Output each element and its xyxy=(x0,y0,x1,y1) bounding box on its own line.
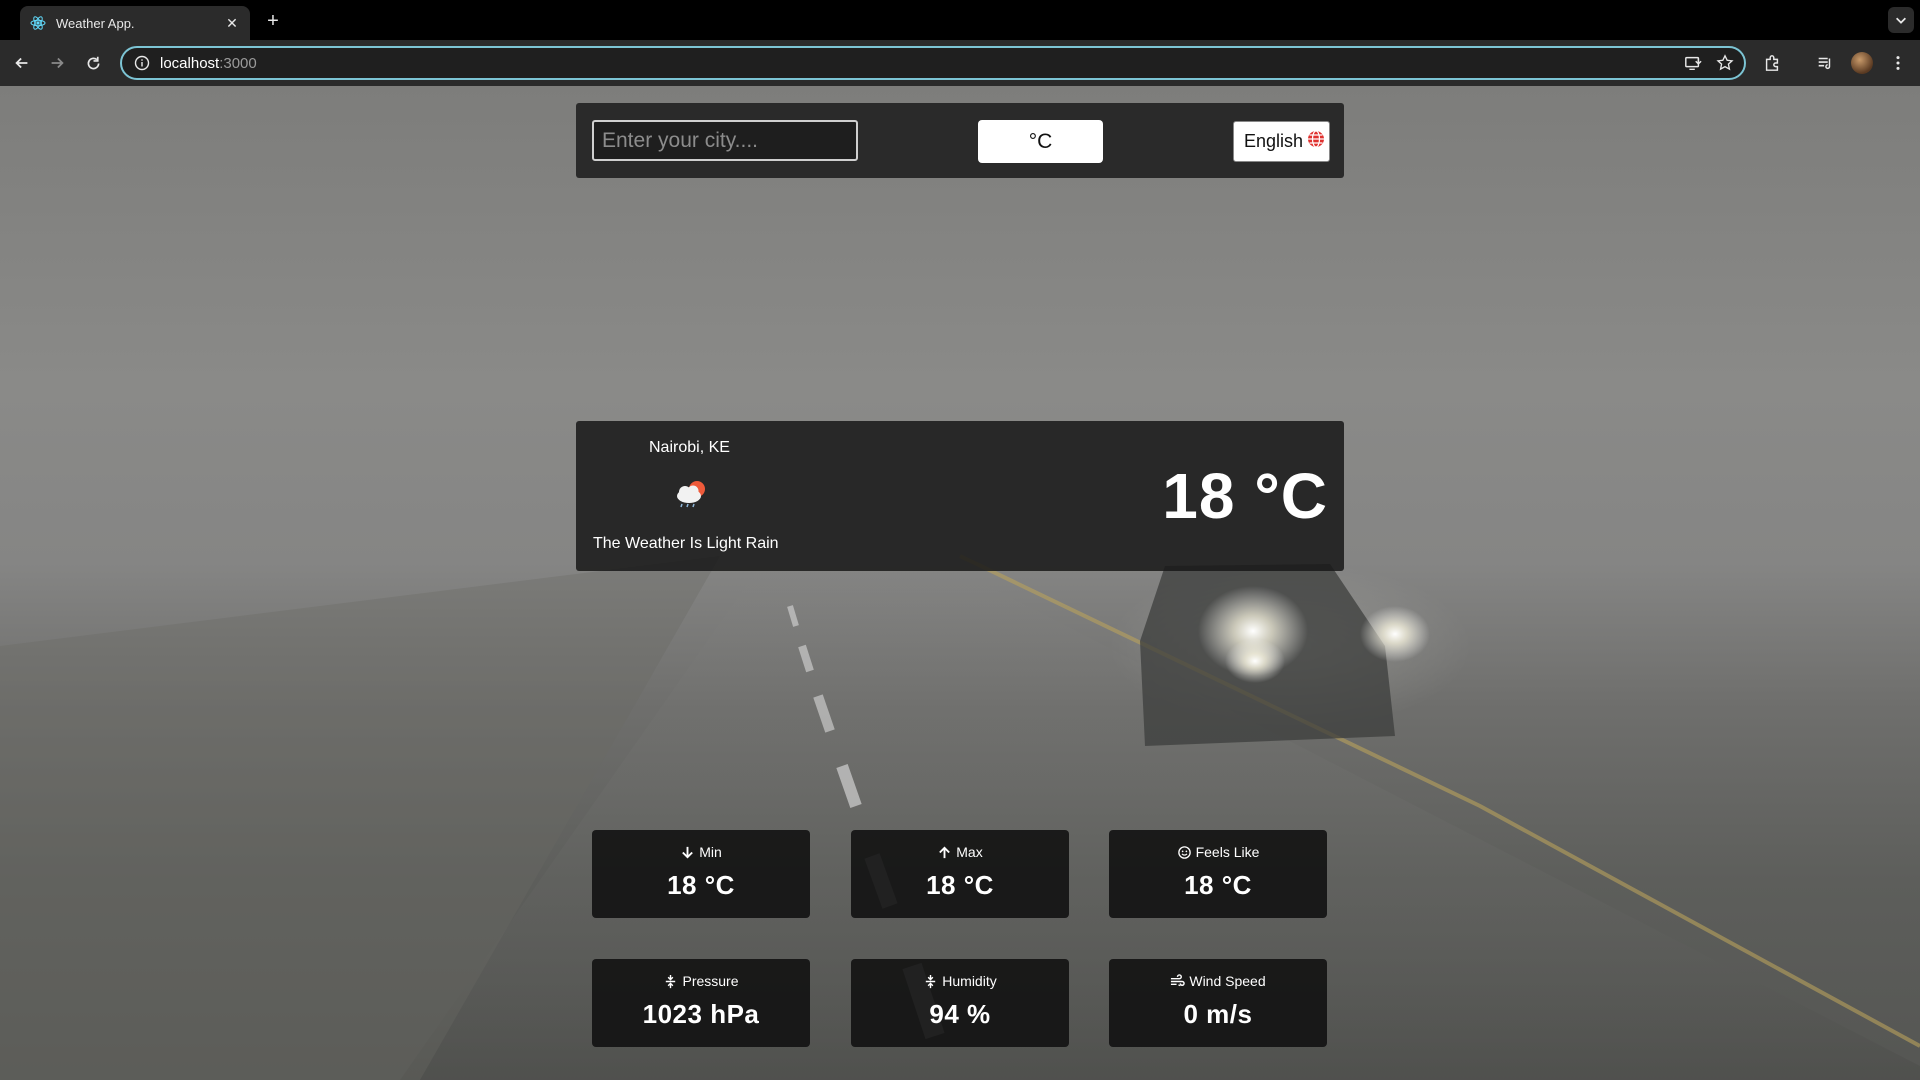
arrow-up-icon xyxy=(939,845,951,858)
url-text: localhost:3000 xyxy=(160,55,257,72)
cloud-sun-rain-icon xyxy=(672,477,710,509)
current-weather-card: Nairobi, KE The Weather Is Light Rain 18… xyxy=(576,421,1344,571)
stat-label-row: Min xyxy=(680,844,722,860)
stat-label: Wind Speed xyxy=(1189,973,1266,989)
browser-tab[interactable]: Weather App. ✕ xyxy=(20,6,250,40)
stat-card-max: Max 18 °C xyxy=(851,830,1069,918)
stat-label-row: Wind Speed xyxy=(1170,973,1266,989)
stat-label: Humidity xyxy=(942,973,997,989)
new-tab-icon[interactable]: + xyxy=(262,10,284,32)
stat-label-row: Humidity xyxy=(923,973,997,989)
profile-avatar[interactable] xyxy=(1850,51,1874,75)
weather-description: The Weather Is Light Rain xyxy=(593,535,779,552)
react-favicon-icon xyxy=(30,15,46,31)
avatar xyxy=(1851,52,1873,74)
stat-value: 94 % xyxy=(929,999,991,1029)
forward-icon[interactable] xyxy=(45,51,69,75)
stat-label: Max xyxy=(956,844,983,860)
tab-title: Weather App. xyxy=(56,15,135,31)
stat-value: 0 m/s xyxy=(1183,999,1253,1029)
stat-card-wind-speed: Wind Speed 0 m/s xyxy=(1109,959,1327,1047)
compress-icon xyxy=(926,974,936,988)
install-app-icon[interactable] xyxy=(1684,54,1702,77)
compress-icon xyxy=(666,974,676,988)
language-select[interactable]: English xyxy=(1233,121,1330,162)
back-icon[interactable] xyxy=(10,51,34,75)
bookmark-star-icon[interactable] xyxy=(1716,54,1734,77)
city-name: Nairobi, KE xyxy=(649,439,730,456)
address-bar-actions xyxy=(1684,54,1734,77)
tab-close-icon[interactable]: ✕ xyxy=(224,15,240,31)
stat-value: 18 °C xyxy=(667,870,735,900)
address-bar[interactable]: localhost:3000 xyxy=(120,46,1746,80)
wind-icon xyxy=(1171,973,1186,986)
page-viewport: °C English Nairobi, KE xyxy=(0,86,1920,1080)
stat-card-humidity: Humidity 94 % xyxy=(851,959,1069,1047)
stat-label: Min xyxy=(699,844,722,860)
stat-label-row: Max xyxy=(937,844,983,860)
stat-card-min: Min 18 °C xyxy=(592,830,810,918)
stat-label-row: Pressure xyxy=(663,973,739,989)
controls-bar: °C English xyxy=(576,103,1344,178)
stat-value: 1023 hPa xyxy=(642,999,760,1029)
stat-card-feels-like: Feels Like 18 °C xyxy=(1109,830,1327,918)
menu-kebab-icon[interactable] xyxy=(1886,51,1910,75)
url-host: localhost xyxy=(160,54,220,72)
weather-app: °C English Nairobi, KE xyxy=(576,86,1344,1080)
tab-search-icon[interactable] xyxy=(1888,7,1914,33)
site-info-icon[interactable] xyxy=(134,55,150,71)
browser-tab-strip: Weather App. ✕ + xyxy=(0,0,1920,40)
language-label: English xyxy=(1244,131,1304,151)
stat-value: 18 °C xyxy=(926,870,994,900)
arrow-down-icon xyxy=(682,846,694,859)
url-port: :3000 xyxy=(219,54,257,72)
stat-label: Pressure xyxy=(682,973,739,989)
unit-toggle-button[interactable]: °C xyxy=(978,120,1103,163)
extensions-icon[interactable] xyxy=(1760,51,1784,75)
stat-value: 18 °C xyxy=(1184,870,1252,900)
stat-card-pressure: Pressure 1023 hPa xyxy=(592,959,810,1047)
stat-label: Feels Like xyxy=(1195,844,1260,860)
stat-label-row: Feels Like xyxy=(1177,844,1260,860)
globe-flag-icon xyxy=(1307,130,1325,153)
smile-icon xyxy=(1177,845,1191,859)
city-search-input[interactable] xyxy=(592,120,858,161)
browser-toolbar: localhost:3000 xyxy=(0,40,1920,86)
current-temperature: 18 °C xyxy=(1162,460,1328,532)
reading-list-icon[interactable] xyxy=(1813,51,1837,75)
reload-icon[interactable] xyxy=(81,51,105,75)
